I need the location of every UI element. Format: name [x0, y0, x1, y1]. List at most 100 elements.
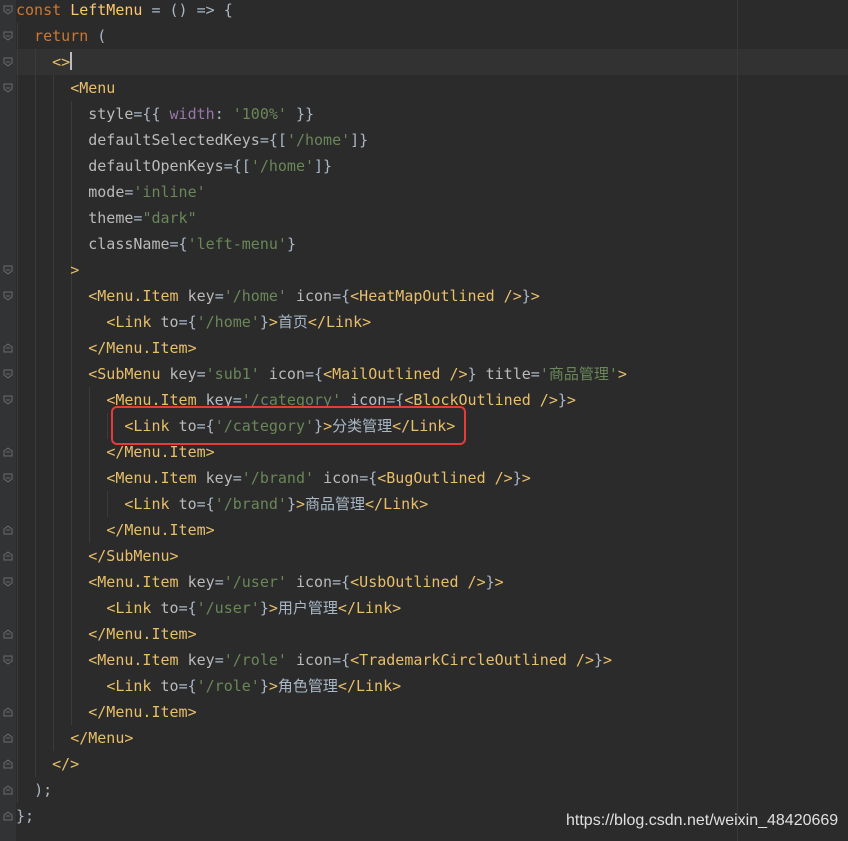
fold-open-icon[interactable] [3, 291, 13, 301]
code-line[interactable]: > [16, 257, 79, 283]
code-token: key [187, 651, 215, 669]
code-line[interactable]: style={{ width: '100%' }} [16, 101, 314, 127]
fold-close-icon[interactable] [3, 447, 13, 457]
code-line[interactable]: </SubMenu> [16, 543, 178, 569]
code-token: = [196, 365, 206, 383]
code-line[interactable]: mode='inline' [16, 179, 205, 205]
code-line[interactable]: </Menu.Item> [16, 699, 197, 725]
fold-open-icon[interactable] [3, 5, 13, 15]
code-line[interactable]: </Menu.Item> [16, 335, 197, 361]
code-token: ]} [314, 157, 333, 175]
fold-open-icon[interactable] [3, 57, 13, 67]
code-token: ={ [178, 599, 197, 617]
code-token: </Link> [337, 677, 402, 695]
fold-close-icon[interactable] [3, 785, 13, 795]
fold-close-icon[interactable] [3, 525, 13, 535]
code-line[interactable]: theme="dark" [16, 205, 196, 231]
red-highlight-annotation [111, 406, 466, 445]
code-token: } [467, 365, 486, 383]
code-line[interactable]: defaultOpenKeys={['/home']} [16, 153, 332, 179]
code-line[interactable]: const LeftMenu = () => { [16, 0, 233, 23]
code-line[interactable]: <Link to={'/role'}>角色管理</Link> [16, 673, 401, 699]
code-line[interactable]: <Menu.Item key='/user' icon={<UsbOutline… [16, 569, 503, 595]
code-line[interactable]: ); [16, 777, 52, 803]
fold-close-icon[interactable] [3, 759, 13, 769]
code-line[interactable]: defaultSelectedKeys={['/home']} [16, 127, 368, 153]
code-token: '/user' [196, 599, 260, 617]
code-token: }} [286, 105, 315, 123]
code-editor[interactable]: const LeftMenu = () => { return ( <> <Me… [0, 0, 848, 841]
code-line[interactable]: <Link to={'/user'}>用户管理</Link> [16, 595, 401, 621]
code-token: = [530, 365, 540, 383]
code-line[interactable]: <Menu.Item key='/home' icon={<HeatMapOut… [16, 283, 540, 309]
fold-open-icon[interactable] [3, 395, 13, 405]
fold-open-icon[interactable] [3, 577, 13, 587]
code-line[interactable]: </> [16, 751, 79, 777]
code-line[interactable]: </Menu.Item> [16, 517, 215, 543]
code-token: </Menu.Item> [88, 703, 197, 721]
code-token: key [187, 573, 215, 591]
code-token: LeftMenu [70, 1, 143, 19]
code-token: } [259, 599, 269, 617]
code-line[interactable]: <Link to={'/home'}>首页</Link> [16, 309, 371, 335]
code-token: }; [16, 807, 35, 825]
code-token: key [187, 287, 215, 305]
code-token: > [530, 287, 540, 305]
code-line[interactable]: }; [16, 803, 34, 829]
fold-close-icon[interactable] [3, 733, 13, 743]
fold-open-icon[interactable] [3, 369, 13, 379]
code-line[interactable]: </Menu.Item> [16, 621, 196, 647]
code-token: } [521, 287, 531, 305]
code-token: '/brand' [214, 495, 287, 513]
code-line[interactable]: return ( [16, 23, 106, 49]
code-line[interactable]: </Menu> [16, 725, 133, 751]
code-token: ={ [305, 365, 324, 383]
code-token: ={ [332, 573, 351, 591]
code-token: '/home' [250, 157, 315, 175]
fold-close-icon[interactable] [3, 811, 13, 821]
code-line[interactable]: <Menu.Item key='/brand' icon={<BugOutlin… [16, 465, 530, 491]
fold-open-icon[interactable] [3, 655, 13, 665]
code-token: defaultSelectedKeys [88, 131, 260, 149]
code-line[interactable]: <Menu [16, 75, 115, 101]
fold-close-icon[interactable] [3, 629, 13, 639]
fold-close-icon[interactable] [3, 343, 13, 353]
code-token: const [16, 1, 71, 19]
watermark-text: https://blog.csdn.net/weixin_48420669 [566, 812, 839, 829]
code-token: ={ [196, 495, 215, 513]
code-token: <Menu.Item [106, 469, 206, 487]
code-token: } [557, 391, 567, 409]
code-line[interactable]: <Link to={'/brand'}>商品管理</Link> [16, 491, 428, 517]
code-token: </Menu> [70, 729, 134, 747]
code-token: <MailOutlined /> [323, 365, 468, 383]
code-token: to [160, 313, 179, 331]
code-token: </Link> [307, 313, 372, 331]
code-line[interactable]: className={'left-menu'} [16, 231, 296, 257]
code-line[interactable]: <> [16, 49, 73, 75]
fold-open-icon[interactable] [3, 473, 13, 483]
code-token: } [259, 677, 269, 695]
code-token: </Menu.Item> [106, 521, 215, 539]
code-token: '商品管理' [539, 365, 618, 383]
fold-close-icon[interactable] [3, 551, 13, 561]
code-token: <SubMenu [88, 365, 170, 383]
fold-close-icon[interactable] [3, 707, 13, 717]
code-token: </Menu.Item> [88, 339, 197, 357]
fold-open-icon[interactable] [3, 31, 13, 41]
code-token: <Menu.Item [88, 651, 188, 669]
code-token: '/home' [196, 313, 260, 331]
fold-open-icon[interactable] [3, 265, 13, 275]
code-line[interactable]: <Menu.Item key='/role' icon={<TrademarkC… [16, 647, 612, 673]
code-token: <BugOutlined /> [377, 469, 513, 487]
code-line[interactable]: <SubMenu key='sub1' icon={<MailOutlined … [16, 361, 627, 387]
fold-open-icon[interactable] [3, 83, 13, 93]
code-token: <HeatMapOutlined /> [350, 287, 522, 305]
